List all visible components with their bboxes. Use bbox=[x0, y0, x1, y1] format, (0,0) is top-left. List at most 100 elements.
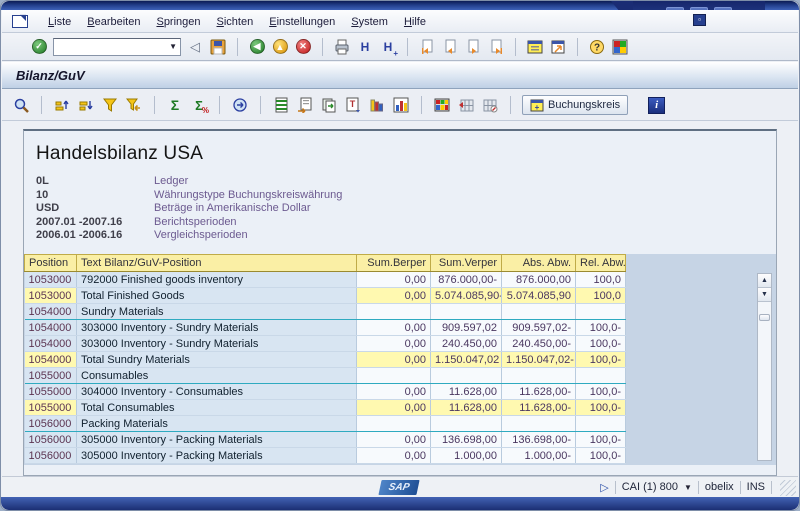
cell-sum-berper[interactable]: 0,00 bbox=[357, 432, 431, 448]
column-header[interactable]: Sum.Verper bbox=[431, 255, 502, 272]
status-expand-icon[interactable]: ▷ bbox=[600, 481, 608, 494]
menu-item-hilfe[interactable]: Hilfe bbox=[396, 13, 434, 31]
cell-abs-abw[interactable]: 11.628,00- bbox=[502, 384, 576, 400]
cell-sum-berper[interactable] bbox=[357, 304, 431, 320]
cell-sum-berper[interactable] bbox=[357, 416, 431, 432]
system-session-label[interactable]: CAI (1) 800 bbox=[622, 481, 678, 493]
cell-abs-abw[interactable]: 1.000,00- bbox=[502, 448, 576, 464]
cell-sum-berper[interactable]: 0,00 bbox=[357, 384, 431, 400]
print-icon[interactable] bbox=[333, 38, 351, 56]
cell-sum-verper[interactable]: 1.150.047,02 bbox=[431, 352, 502, 368]
subtotal-icon[interactable]: Σ % bbox=[190, 96, 208, 114]
enter-icon[interactable]: ✓ bbox=[30, 38, 48, 56]
table-row[interactable]: 1053000792000 Finished goods inventory0,… bbox=[25, 272, 626, 288]
menu-item-bearbeiten[interactable]: Bearbeiten bbox=[79, 13, 148, 31]
cell-position[interactable]: 1054000 bbox=[25, 320, 77, 336]
cell-rel-abw[interactable]: 100,0- bbox=[576, 320, 626, 336]
cell-rel-abw[interactable]: 100,0 bbox=[576, 272, 626, 288]
first-page-icon[interactable] bbox=[418, 38, 436, 56]
cell-sum-verper[interactable] bbox=[431, 368, 502, 384]
table-row[interactable]: 1055000Consumables bbox=[25, 368, 626, 384]
cell-text[interactable]: 792000 Finished goods inventory bbox=[77, 272, 357, 288]
collapse-command-field-icon[interactable]: ◁ bbox=[186, 38, 204, 56]
column-header[interactable]: Rel. Abw. bbox=[576, 255, 626, 272]
help-icon[interactable]: ? bbox=[588, 38, 606, 56]
cell-abs-abw[interactable]: 136.698,00- bbox=[502, 432, 576, 448]
cell-abs-abw[interactable]: 11.628,00- bbox=[502, 400, 576, 416]
find-next-icon[interactable]: H bbox=[379, 38, 397, 56]
sort-descending-icon[interactable] bbox=[77, 96, 95, 114]
menu-item-system[interactable]: System bbox=[343, 13, 396, 31]
cell-sum-verper[interactable]: 11.628,00 bbox=[431, 400, 502, 416]
table-row[interactable]: 1054000Sundry Materials bbox=[25, 304, 626, 320]
delete-column-icon[interactable] bbox=[481, 96, 499, 114]
cell-sum-verper[interactable]: 136.698,00 bbox=[431, 432, 502, 448]
delete-filter-icon[interactable] bbox=[125, 96, 143, 114]
table-row[interactable]: 1054000Total Sundry Materials0,001.150.0… bbox=[25, 352, 626, 368]
cell-sum-berper[interactable]: 0,00 bbox=[357, 336, 431, 352]
cell-rel-abw[interactable]: 100,0- bbox=[576, 432, 626, 448]
scroll-down-icon[interactable]: ▼ bbox=[758, 288, 771, 302]
scrollbar-thumb[interactable] bbox=[759, 314, 770, 321]
sort-ascending-icon[interactable] bbox=[53, 96, 71, 114]
column-header[interactable]: Text Bilanz/GuV-Position bbox=[77, 255, 357, 272]
cell-text[interactable]: 305000 Inventory - Packing Materials bbox=[77, 448, 357, 464]
cell-text[interactable]: Sundry Materials bbox=[77, 304, 357, 320]
cell-position[interactable]: 1055000 bbox=[25, 368, 77, 384]
table-row[interactable]: 1056000Packing Materials bbox=[25, 416, 626, 432]
cell-text[interactable]: 305000 Inventory - Packing Materials bbox=[77, 432, 357, 448]
cell-rel-abw[interactable] bbox=[576, 368, 626, 384]
save-icon[interactable] bbox=[209, 38, 227, 56]
cell-position[interactable]: 1056000 bbox=[25, 448, 77, 464]
cell-rel-abw[interactable]: 100,0- bbox=[576, 448, 626, 464]
cell-abs-abw[interactable]: 1.150.047,02- bbox=[502, 352, 576, 368]
cell-position[interactable]: 1056000 bbox=[25, 416, 77, 432]
chevron-down-icon[interactable]: ▼ bbox=[166, 42, 180, 51]
sum-icon[interactable]: Σ bbox=[166, 96, 184, 114]
chevron-down-icon[interactable]: ▼ bbox=[684, 483, 692, 492]
resize-grip[interactable] bbox=[780, 480, 796, 496]
cell-rel-abw[interactable]: 100,0- bbox=[576, 336, 626, 352]
cell-sum-verper[interactable]: 909.597,02 bbox=[431, 320, 502, 336]
drilldown-icon[interactable] bbox=[231, 96, 249, 114]
cell-text[interactable]: 303000 Inventory - Sundry Materials bbox=[77, 336, 357, 352]
cell-sum-berper[interactable] bbox=[357, 368, 431, 384]
cell-sum-berper[interactable]: 0,00 bbox=[357, 320, 431, 336]
find-icon[interactable]: H bbox=[356, 38, 374, 56]
column-header[interactable]: Position bbox=[25, 255, 77, 272]
previous-page-icon[interactable] bbox=[441, 38, 459, 56]
cell-rel-abw[interactable]: 100,0 bbox=[576, 288, 626, 304]
menu-item-sichten[interactable]: Sichten bbox=[209, 13, 262, 31]
info-icon[interactable]: i bbox=[648, 97, 665, 114]
table-row[interactable]: 1056000305000 Inventory - Packing Materi… bbox=[25, 448, 626, 464]
word-processing-icon[interactable] bbox=[296, 96, 314, 114]
cell-abs-abw[interactable]: 5.074.085,90 bbox=[502, 288, 576, 304]
cell-abs-abw[interactable]: 909.597,02- bbox=[502, 320, 576, 336]
customize-layout-icon[interactable] bbox=[611, 38, 629, 56]
exit-icon[interactable]: ▲ bbox=[271, 38, 289, 56]
cancel-icon[interactable]: ✕ bbox=[294, 38, 312, 56]
cell-text[interactable]: 303000 Inventory - Sundry Materials bbox=[77, 320, 357, 336]
cell-abs-abw[interactable]: 240.450,00- bbox=[502, 336, 576, 352]
cell-rel-abw[interactable] bbox=[576, 304, 626, 320]
mail-icon[interactable]: T bbox=[344, 96, 362, 114]
set-filter-icon[interactable] bbox=[101, 96, 119, 114]
cell-sum-verper[interactable]: 1.000,00 bbox=[431, 448, 502, 464]
back-icon[interactable]: ◀ bbox=[248, 38, 266, 56]
cell-position[interactable]: 1053000 bbox=[25, 272, 77, 288]
cell-sum-berper[interactable]: 0,00 bbox=[357, 448, 431, 464]
cell-abs-abw[interactable] bbox=[502, 368, 576, 384]
column-header[interactable]: Abs. Abw. bbox=[502, 255, 576, 272]
cell-text[interactable]: Packing Materials bbox=[77, 416, 357, 432]
command-field[interactable]: ▼ bbox=[53, 38, 181, 56]
cell-sum-berper[interactable]: 0,00 bbox=[357, 352, 431, 368]
table-row[interactable]: 1054000303000 Inventory - Sundry Materia… bbox=[25, 336, 626, 352]
next-page-icon[interactable] bbox=[464, 38, 482, 56]
vertical-scrollbar[interactable]: ▲ ▼ bbox=[757, 273, 772, 461]
cell-text[interactable]: Total Consumables bbox=[77, 400, 357, 416]
buchungskreis-button[interactable]: + Buchungskreis bbox=[522, 95, 628, 115]
cell-sum-verper[interactable] bbox=[431, 304, 502, 320]
cell-abs-abw[interactable] bbox=[502, 304, 576, 320]
column-header[interactable]: Sum.Berper bbox=[357, 255, 431, 272]
all-columns-icon[interactable] bbox=[433, 96, 451, 114]
